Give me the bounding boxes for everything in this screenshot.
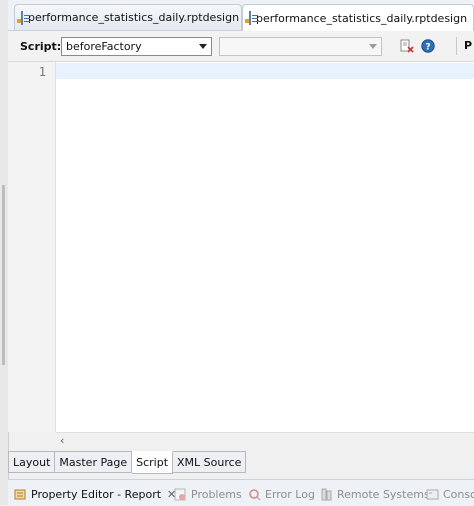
line-number-ruler: 1 bbox=[8, 62, 56, 432]
chevron-down-icon bbox=[199, 44, 207, 49]
rptdesign-icon bbox=[245, 11, 258, 25]
editor-tab-label: performance_statistics_daily.rptdesign bbox=[28, 11, 240, 24]
view-tab-label: Error Log bbox=[265, 487, 315, 501]
view-tab-label: Conso bbox=[443, 487, 474, 501]
view-tab-label: Problems bbox=[191, 487, 242, 501]
view-tab-label: Remote Systems bbox=[337, 487, 430, 501]
tab-label: Master Page bbox=[59, 455, 128, 469]
editor-tab-label: performance_statistics_daily.rptdesign bbox=[256, 11, 468, 25]
problems-icon bbox=[174, 488, 186, 500]
help-icon[interactable]: ? bbox=[421, 39, 435, 53]
tab-master-page[interactable]: Master Page bbox=[55, 451, 133, 473]
page-tabs: Layout Master Page Script XML Source bbox=[8, 451, 247, 474]
current-line-highlight bbox=[56, 63, 474, 79]
script-toolbar: Script: beforeFactory ? P bbox=[8, 31, 474, 62]
editor-tab-bar: performance_statistics_daily.rptdesign p… bbox=[8, 0, 474, 31]
tab-xml-source[interactable]: XML Source bbox=[173, 451, 247, 473]
chevron-down-icon bbox=[369, 44, 377, 49]
secondary-select[interactable] bbox=[219, 37, 382, 56]
svg-text:?: ? bbox=[425, 43, 430, 53]
remote-systems-icon bbox=[321, 488, 332, 500]
tab-console[interactable]: Conso bbox=[426, 484, 474, 504]
rptdesign-icon bbox=[17, 10, 30, 25]
tab-remote-systems[interactable]: Remote Systems bbox=[320, 484, 430, 504]
sash-strip[interactable] bbox=[2, 185, 5, 365]
editor-tab-active[interactable]: performance_statistics_daily.rptdesign ✕ bbox=[242, 4, 474, 31]
tab-label: Layout bbox=[13, 455, 51, 469]
tab-script[interactable]: Script bbox=[132, 451, 174, 474]
editor-tab-inactive[interactable]: performance_statistics_daily.rptdesign bbox=[14, 4, 242, 30]
tab-label: Script bbox=[136, 456, 169, 469]
view-tab-label: Property Editor - Report bbox=[31, 487, 162, 501]
view-tab-bar: Property Editor - Report ✕ Problems Erro… bbox=[8, 479, 474, 506]
scroll-left-icon[interactable]: ‹ bbox=[60, 433, 64, 448]
toolbar-separator bbox=[456, 37, 457, 55]
error-log-icon bbox=[249, 488, 261, 501]
script-method-select[interactable]: beforeFactory bbox=[61, 37, 212, 56]
console-icon bbox=[426, 489, 439, 499]
tab-error-log[interactable]: Error Log bbox=[248, 484, 315, 504]
reset-script-icon[interactable] bbox=[400, 39, 414, 53]
tab-property-editor[interactable]: Property Editor - Report ✕ bbox=[14, 484, 176, 504]
property-editor-icon bbox=[14, 489, 26, 499]
toolbar-cut-label: P bbox=[464, 39, 473, 52]
line-number: 1 bbox=[38, 65, 46, 79]
script-editor[interactable]: 1 bbox=[8, 62, 474, 432]
tab-label: XML Source bbox=[177, 455, 242, 469]
tab-problems[interactable]: Problems bbox=[174, 484, 242, 504]
script-label: Script: bbox=[20, 40, 62, 53]
script-method-value: beforeFactory bbox=[66, 40, 142, 53]
tab-layout[interactable]: Layout bbox=[8, 451, 56, 473]
horizontal-scrollbar[interactable]: ‹ bbox=[56, 432, 474, 448]
